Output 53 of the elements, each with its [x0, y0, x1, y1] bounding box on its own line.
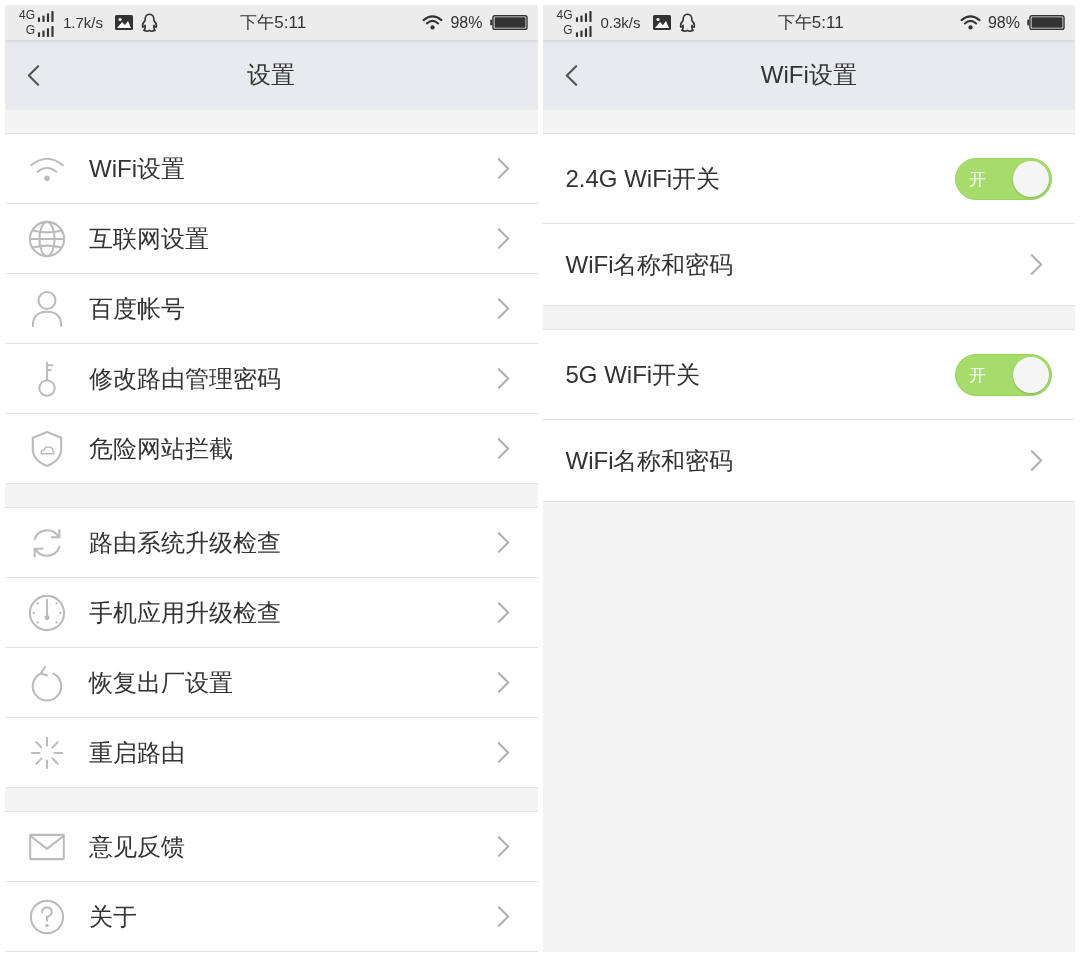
signal-icon	[37, 26, 55, 37]
spinner-icon	[30, 735, 64, 770]
chevron-right-icon	[496, 227, 510, 250]
globe-icon	[28, 219, 66, 258]
clock-time: 下午5:11	[777, 12, 844, 34]
key-icon	[37, 359, 57, 398]
chevron-right-icon	[496, 297, 510, 320]
signal-icon	[574, 11, 593, 22]
network-label: 4G	[19, 9, 35, 22]
battery-icon	[489, 15, 528, 30]
network-label: G	[25, 24, 35, 37]
penguin-icon	[141, 13, 159, 32]
wifi-icon	[28, 155, 66, 182]
help-icon	[29, 898, 65, 935]
wifi-signal-icon	[422, 15, 444, 30]
image-icon	[115, 15, 134, 30]
battery-percent: 98%	[450, 13, 483, 32]
chevron-right-icon	[1030, 449, 1043, 472]
network-label: G	[563, 24, 573, 37]
battery-percent: 98%	[987, 13, 1020, 32]
gauge-icon	[28, 593, 66, 632]
mail-icon	[28, 832, 66, 861]
page-title: 设置	[247, 60, 296, 90]
chevron-right-icon	[496, 671, 510, 694]
chevron-left-icon	[27, 63, 40, 87]
chevron-left-icon	[564, 63, 578, 87]
wifi-signal-icon	[959, 15, 981, 30]
network-label: 4G	[556, 9, 573, 22]
chevron-right-icon	[496, 157, 510, 180]
back-button[interactable]	[564, 63, 578, 87]
chevron-right-icon	[496, 835, 510, 858]
clock-time: 下午5:11	[240, 12, 307, 34]
page-title: WiFi设置	[760, 60, 857, 90]
chevron-right-icon	[1030, 253, 1043, 276]
back-button[interactable]	[27, 63, 40, 87]
image-icon	[652, 15, 671, 30]
shield-icon	[30, 429, 64, 468]
chevron-right-icon	[496, 367, 510, 390]
setting-label: 5G WiFi开关	[565, 359, 702, 390]
person-icon	[30, 289, 64, 328]
chevron-right-icon	[496, 531, 510, 554]
chevron-right-icon	[496, 741, 510, 764]
restore-icon	[29, 663, 65, 702]
penguin-icon	[678, 13, 696, 32]
signal-icon	[574, 26, 593, 37]
setting-label: 2.4G WiFi开关	[565, 163, 722, 194]
chevron-right-icon	[496, 905, 510, 928]
chevron-right-icon	[496, 437, 510, 460]
network-speed: 1.7k/s	[63, 14, 104, 31]
signal-icon	[37, 11, 55, 22]
network-speed: 0.3k/s	[600, 14, 641, 31]
chevron-right-icon	[496, 601, 510, 624]
battery-icon	[1027, 15, 1065, 30]
